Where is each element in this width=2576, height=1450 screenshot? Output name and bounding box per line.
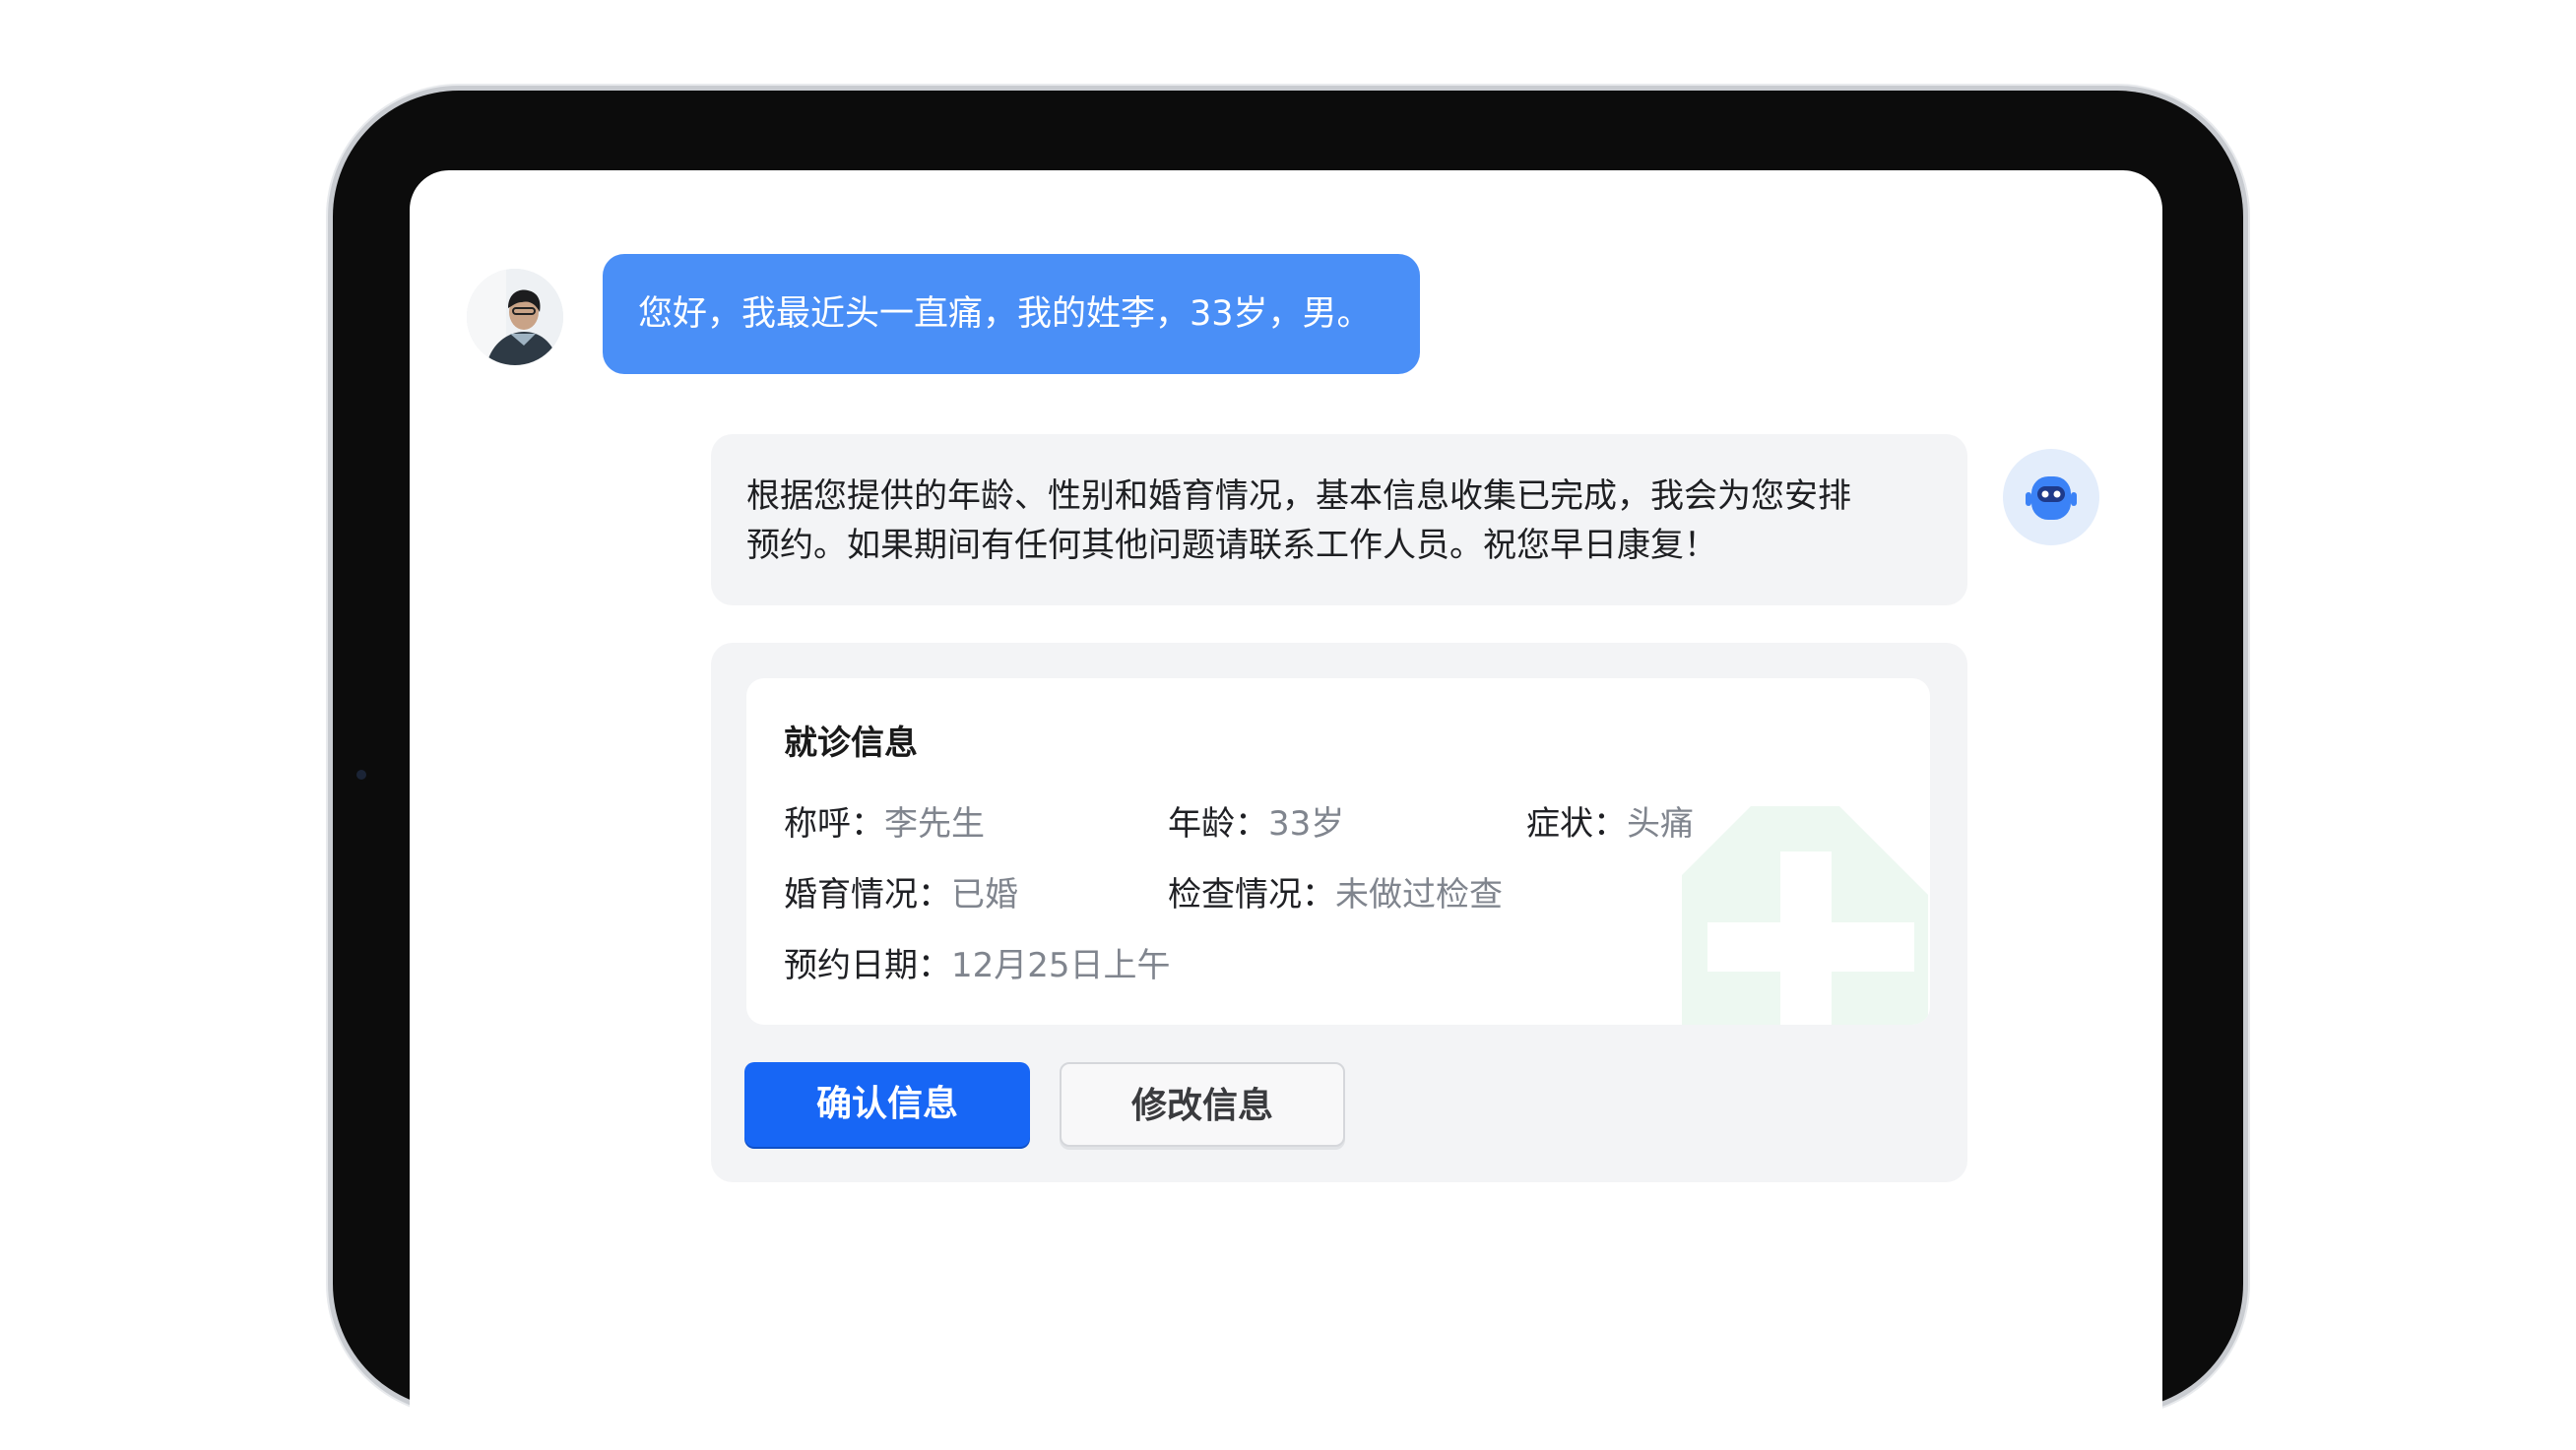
field-value: 头痛 (1627, 804, 1694, 844)
field-label: 年龄： (1168, 804, 1268, 844)
field-label: 婚育情况： (784, 875, 951, 914)
edit-info-button[interactable]: 修改信息 (1060, 1062, 1345, 1147)
field-value: 已婚 (951, 875, 1018, 914)
medical-cross-icon (1682, 806, 1928, 1025)
field-name: 称呼：李先生 (784, 796, 985, 845)
field-value: 33岁 (1268, 804, 1345, 844)
field-appointment-date: 预约日期：12月25日上午 (784, 938, 1171, 986)
field-label: 检查情况： (1168, 875, 1335, 914)
visit-info-card: 就诊信息 称呼：李先生 年龄：33岁 症状：头痛 婚育情况：已婚 检查情况：未做… (746, 678, 1930, 1025)
field-age: 年龄：33岁 (1168, 796, 1344, 845)
field-label: 症状： (1526, 804, 1627, 844)
user-avatar (467, 269, 563, 365)
robot-icon (2026, 476, 2077, 520)
bot-avatar (2003, 449, 2099, 545)
field-value: 李先生 (884, 804, 985, 844)
field-exam: 检查情况：未做过检查 (1168, 867, 1503, 915)
field-value: 12月25日上午 (951, 946, 1171, 985)
tablet-frame: 您好，我最近头一直痛，我的姓李，33岁，男。 根据您提供的年龄、性别和婚育情况，… (333, 91, 2243, 1450)
user-photo-icon (467, 269, 563, 365)
user-message-bubble: 您好，我最近头一直痛，我的姓李，33岁，男。 (603, 254, 1420, 374)
field-value: 未做过检查 (1335, 875, 1503, 914)
chat-screen: 您好，我最近头一直痛，我的姓李，33岁，男。 根据您提供的年龄、性别和婚育情况，… (410, 170, 2162, 1450)
visit-info-panel: 就诊信息 称呼：李先生 年龄：33岁 症状：头痛 婚育情况：已婚 检查情况：未做… (711, 643, 1967, 1182)
bot-message-line: 根据您提供的年龄、性别和婚育情况，基本信息收集已完成，我会为您安排 (746, 476, 1851, 516)
bot-message-bubble: 根据您提供的年龄、性别和婚育情况，基本信息收集已完成，我会为您安排 预约。如果期… (711, 434, 1967, 605)
field-label: 预约日期： (784, 946, 951, 985)
field-symptom: 症状：头痛 (1526, 796, 1694, 845)
card-title: 就诊信息 (784, 724, 918, 763)
confirm-info-button[interactable]: 确认信息 (744, 1062, 1030, 1147)
bot-message-line: 预约。如果期间有任何其他问题请联系工作人员。祝您早日康复！ (746, 526, 1717, 565)
front-camera (356, 770, 366, 780)
field-label: 称呼： (784, 804, 884, 844)
field-marital: 婚育情况：已婚 (784, 867, 1018, 915)
